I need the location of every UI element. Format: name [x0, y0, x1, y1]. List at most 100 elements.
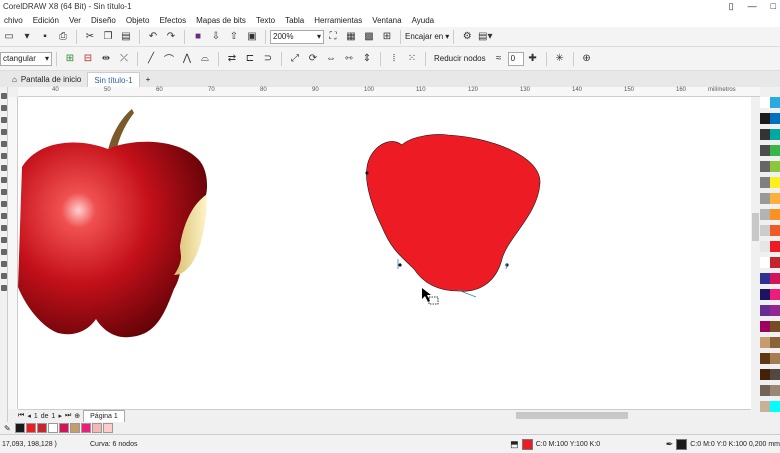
palette-swatch[interactable]	[760, 129, 770, 140]
shape-node[interactable]	[398, 263, 402, 267]
crop-tool-icon[interactable]	[1, 117, 7, 123]
document-palette-swatch[interactable]	[47, 423, 58, 433]
palette-swatch[interactable]	[760, 321, 770, 332]
delete-node-icon[interactable]: ⊟	[80, 51, 96, 67]
palette-swatch[interactable]	[760, 241, 770, 252]
menu-tabla[interactable]: Tabla	[281, 16, 310, 25]
palette-swatch[interactable]	[770, 129, 780, 140]
menu-objeto[interactable]: Objeto	[122, 16, 156, 25]
cut-icon[interactable]: ✂	[82, 29, 98, 45]
shaded-apple[interactable]	[18, 109, 208, 338]
show-rulers-icon[interactable]: ▦	[343, 29, 359, 45]
corel-connect-icon[interactable]: ■	[190, 29, 206, 45]
interactive-fill-tool-icon[interactable]	[1, 273, 7, 279]
palette-swatch[interactable]	[760, 337, 770, 348]
elastic-mode-icon[interactable]: ⦙	[386, 51, 402, 67]
palette-swatch[interactable]	[770, 97, 780, 108]
drawing-canvas[interactable]	[18, 97, 751, 409]
menu-texto[interactable]: Texto	[252, 16, 281, 25]
palette-swatch[interactable]	[770, 145, 780, 156]
tab-home[interactable]: ⌂ Pantalla de inicio	[6, 72, 87, 87]
select-all-nodes-icon[interactable]: ⁙	[404, 51, 420, 67]
curve-smoothness-input[interactable]: 0	[507, 51, 524, 66]
artistic-media-tool-icon[interactable]	[1, 153, 7, 159]
export-icon[interactable]: ⇧	[226, 29, 242, 45]
palette-swatch[interactable]	[760, 225, 770, 236]
shape-node[interactable]	[365, 171, 369, 175]
show-grid-icon[interactable]: ▩	[361, 29, 377, 45]
menu-mapas-de-bits[interactable]: Mapas de bits	[192, 16, 252, 25]
stretch-nodes-icon[interactable]: ⤢	[287, 51, 303, 67]
menu-herramientas[interactable]: Herramientas	[310, 16, 368, 25]
transparency-tool-icon[interactable]	[1, 249, 7, 255]
drop-shadow-tool-icon[interactable]	[1, 237, 7, 243]
import-icon[interactable]: ⇩	[208, 29, 224, 45]
vertical-scroll-thumb[interactable]	[752, 213, 759, 241]
palette-swatch[interactable]	[760, 97, 770, 108]
show-guidelines-icon[interactable]: ⊞	[379, 29, 395, 45]
menu-ayuda[interactable]: Ayuda	[408, 16, 441, 25]
reflect-horizontal-icon[interactable]: ⇿	[341, 51, 357, 67]
rectangle-tool-icon[interactable]	[1, 165, 7, 171]
horizontal-ruler[interactable]: 40 50 60 70 80 90 100 110 120 130 140 15…	[18, 87, 760, 97]
red-apple-shape[interactable]	[365, 134, 541, 298]
eyedropper-icon[interactable]: ✎	[4, 424, 11, 433]
redo-icon[interactable]: ↷	[163, 29, 179, 45]
reflect-vertical-icon[interactable]: ⇕	[359, 51, 375, 67]
color-eyedropper-tool-icon[interactable]	[1, 261, 7, 267]
palette-swatch[interactable]	[770, 209, 780, 220]
document-palette-swatch[interactable]	[80, 423, 91, 433]
palette-swatch[interactable]	[770, 321, 780, 332]
palette-swatch[interactable]	[760, 305, 770, 316]
snap-to-dropdown[interactable]: Encajar en ▾	[405, 32, 449, 41]
page-tab[interactable]: Página 1	[83, 410, 125, 422]
smooth-node-icon[interactable]: ⌓	[197, 51, 213, 67]
palette-swatch[interactable]	[760, 161, 770, 172]
restore-icon[interactable]: ▯	[729, 0, 734, 13]
freehand-tool-icon[interactable]	[1, 141, 7, 147]
palette-swatch[interactable]	[770, 305, 780, 316]
break-curve-icon[interactable]: ⤫	[116, 51, 132, 67]
document-palette-swatch[interactable]	[91, 423, 102, 433]
copy-icon[interactable]: ❐	[100, 29, 116, 45]
cusp-node-icon[interactable]: ⋀	[179, 51, 195, 67]
palette-swatch[interactable]	[770, 257, 780, 268]
polygon-tool-icon[interactable]	[1, 189, 7, 195]
horizontal-scroll-thumb[interactable]	[516, 412, 628, 419]
palette-swatch[interactable]	[760, 385, 770, 396]
outline-color-swatch[interactable]	[676, 438, 688, 450]
zoom-level-select[interactable]: 200% ▾	[270, 29, 324, 44]
new-document-icon[interactable]: ▭	[1, 29, 17, 45]
menu-ver[interactable]: Ver	[65, 16, 87, 25]
palette-swatch[interactable]	[760, 177, 770, 188]
palette-swatch[interactable]	[760, 257, 770, 268]
selection-mode-select[interactable]: ctangular ▾	[0, 51, 52, 66]
align-nodes-icon[interactable]: ⇔	[323, 51, 339, 67]
undo-icon[interactable]: ↶	[145, 29, 161, 45]
palette-swatch[interactable]	[770, 225, 780, 236]
add-to-toolbar-icon[interactable]: ⊕	[579, 51, 595, 67]
zoom-tool-icon[interactable]	[1, 129, 7, 135]
palette-swatch[interactable]	[770, 337, 780, 348]
palette-swatch[interactable]	[770, 161, 780, 172]
palette-swatch[interactable]	[770, 113, 780, 124]
new-tab-button[interactable]: +	[140, 72, 157, 87]
document-palette-swatch[interactable]	[58, 423, 69, 433]
pick-tool-icon[interactable]	[1, 93, 7, 99]
palette-swatch[interactable]	[770, 385, 780, 396]
menu-archivo[interactable]: chivo	[0, 16, 29, 25]
print-icon[interactable]: ⎙	[55, 29, 71, 45]
maximize-icon[interactable]: □	[771, 0, 776, 13]
parallel-dimension-tool-icon[interactable]	[1, 213, 7, 219]
join-nodes-icon[interactable]: ⇹	[98, 51, 114, 67]
palette-swatch[interactable]	[760, 113, 770, 124]
palette-swatch[interactable]	[760, 369, 770, 380]
smart-fill-tool-icon[interactable]	[1, 285, 7, 291]
palette-swatch[interactable]	[770, 289, 780, 300]
palette-swatch[interactable]	[760, 353, 770, 364]
full-screen-icon[interactable]: ⛶	[325, 29, 341, 45]
palette-swatch[interactable]	[760, 209, 770, 220]
palette-swatch[interactable]	[760, 193, 770, 204]
reverse-direction-icon[interactable]: ⇄	[224, 51, 240, 67]
next-page-icon[interactable]: ▸	[58, 412, 62, 420]
